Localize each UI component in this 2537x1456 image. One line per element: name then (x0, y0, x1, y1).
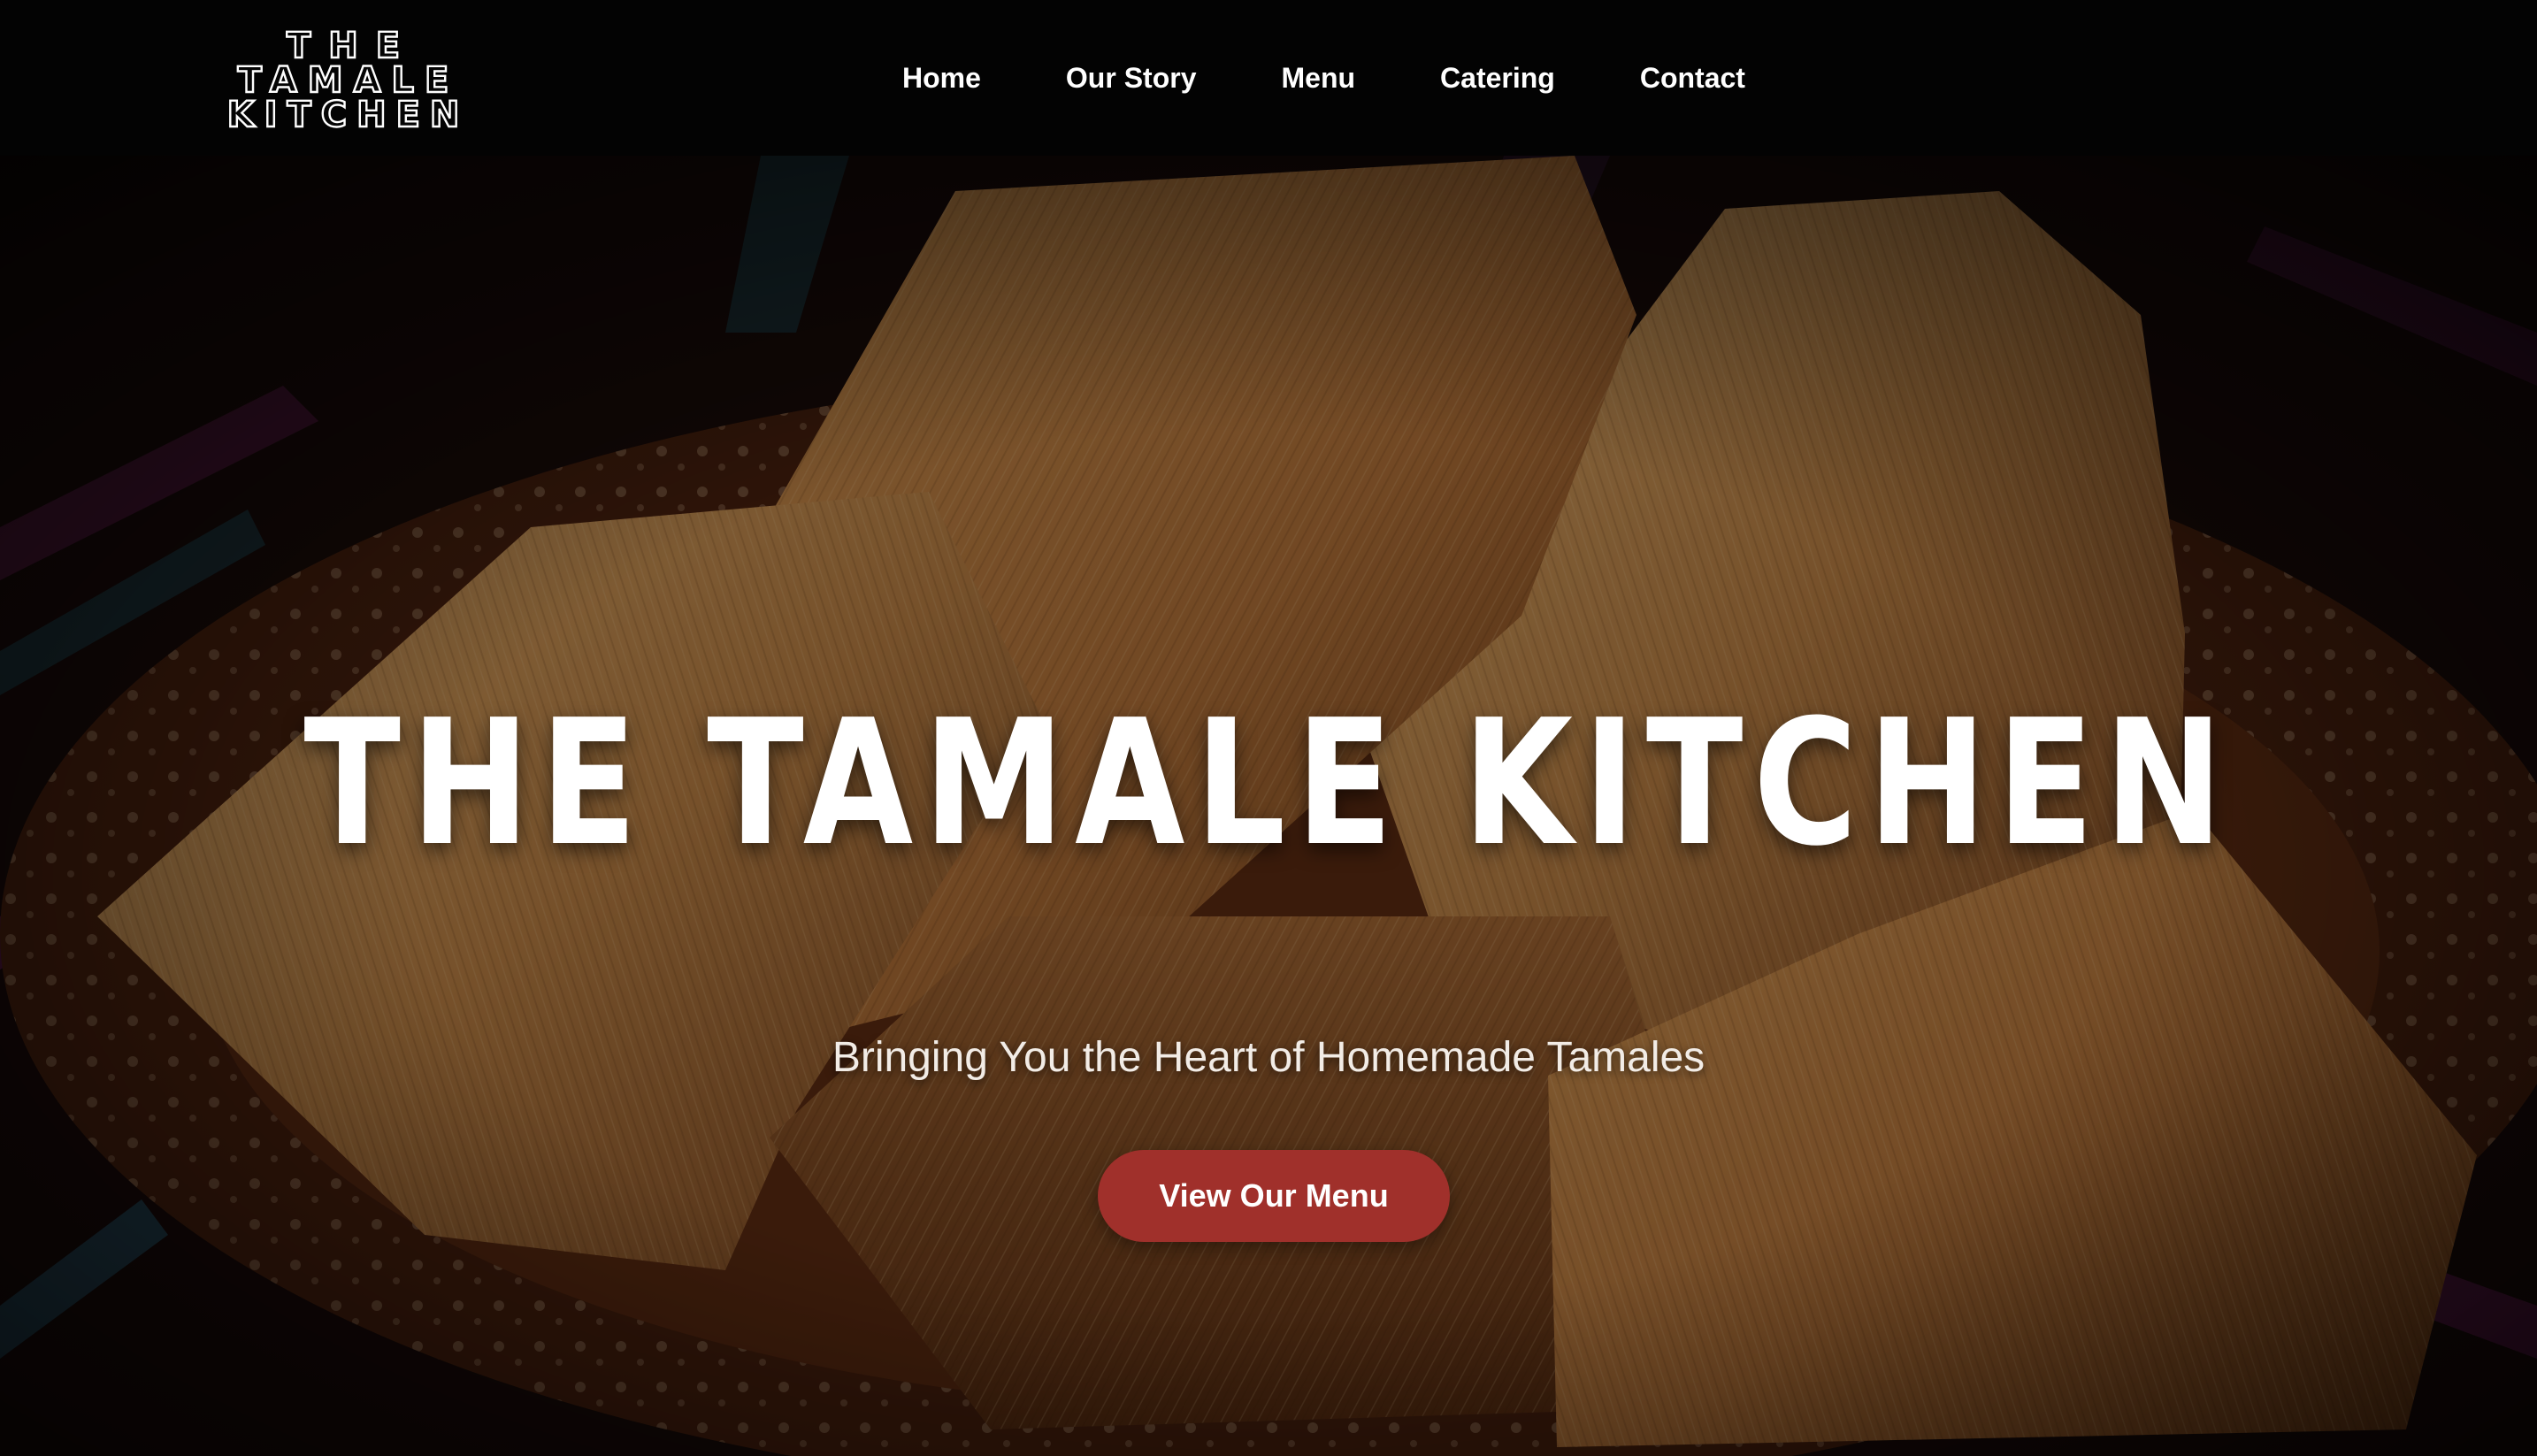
site-logo[interactable]: THE TAMALE KITCHEN (219, 26, 470, 135)
logo-line-the: THE (286, 26, 418, 66)
nav-item-menu[interactable]: Menu (1281, 62, 1355, 95)
nav-item-home[interactable]: Home (902, 62, 981, 95)
hero-subtitle: Bringing You the Heart of Homemade Tamal… (832, 1034, 1705, 1081)
logo-line-tamale: TAMALE (236, 60, 460, 101)
logo-line-kitchen: KITCHEN (226, 95, 470, 135)
nav-item-our-story[interactable]: Our Story (1066, 62, 1197, 95)
view-menu-button[interactable]: View Our Menu (1098, 1150, 1450, 1242)
page: THE TAMALE KITCHEN Home Our Story Menu C… (0, 0, 2537, 1456)
hero-section: THE TAMALE KITCHEN Bringing You the Hear… (0, 156, 2537, 1456)
nav-item-catering[interactable]: Catering (1440, 62, 1555, 95)
main-nav: Home Our Story Menu Catering Contact (902, 0, 1745, 156)
nav-item-contact[interactable]: Contact (1640, 62, 1745, 95)
hero-title: THE TAMALE KITCHEN (303, 683, 2234, 885)
top-navbar: THE TAMALE KITCHEN Home Our Story Menu C… (0, 0, 2537, 156)
